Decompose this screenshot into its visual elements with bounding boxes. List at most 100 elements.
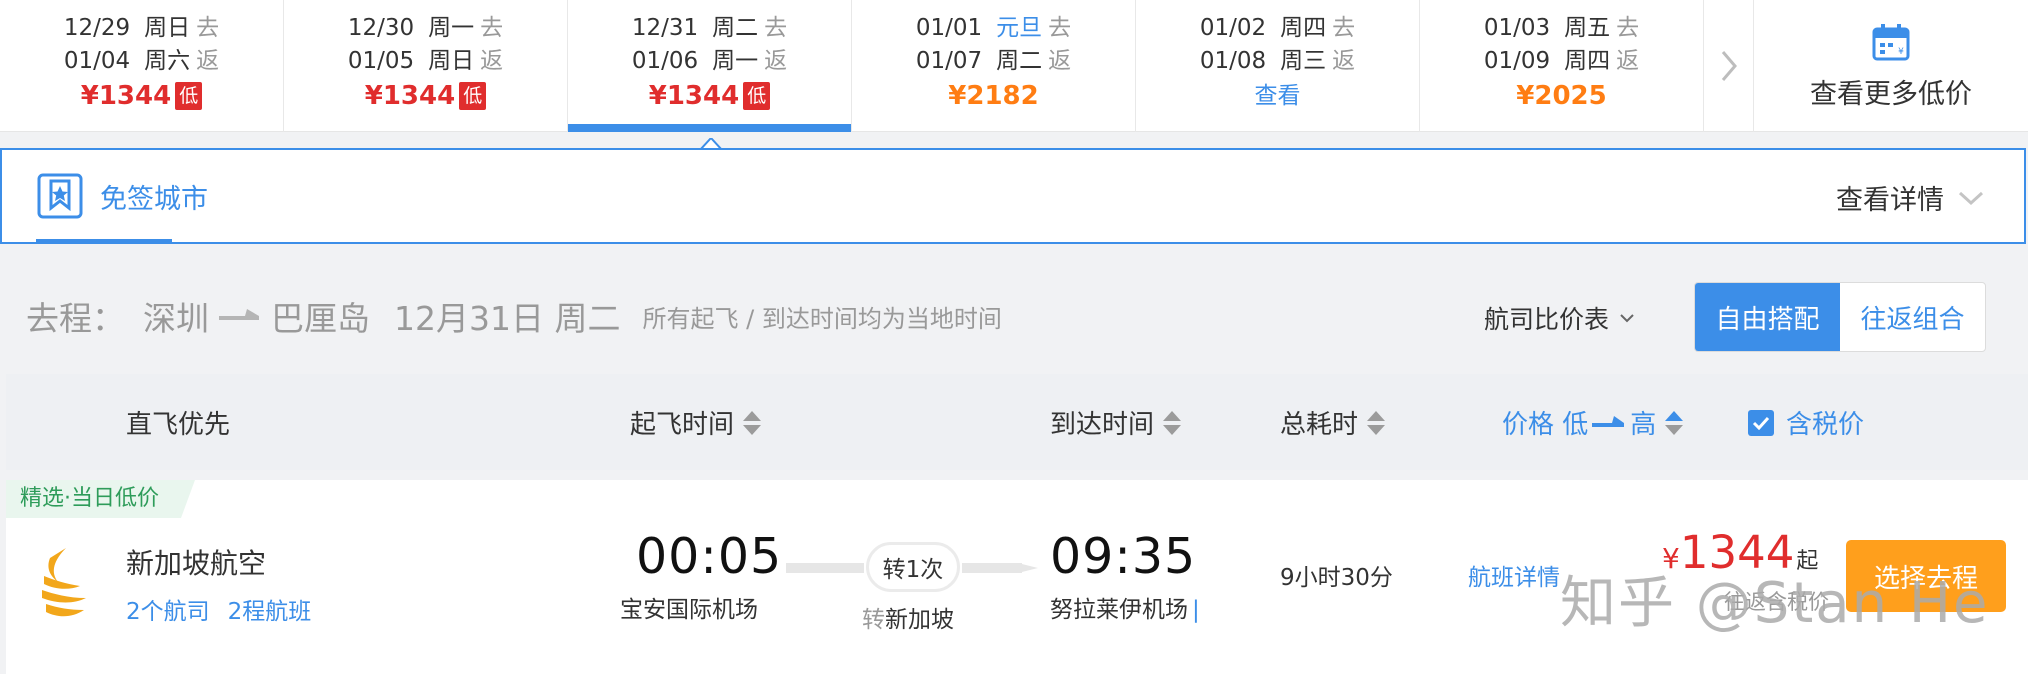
visa-tab-underline — [36, 239, 172, 244]
out-weekday: 周二 — [712, 15, 759, 41]
ret-date: 01/07 — [915, 48, 983, 74]
sort-arrows-icon — [1367, 410, 1386, 435]
sort-price[interactable]: 价格 低 高 — [1502, 404, 1684, 441]
sort-duration[interactable]: 总耗时 — [1280, 404, 1386, 441]
airline-count-link[interactable]: 2个航司 — [126, 592, 210, 626]
more-low-prices-label: 查看更多低价 — [1810, 78, 1972, 110]
airline-compare-dropdown[interactable]: 航司比价表 — [1484, 300, 1635, 336]
sort-direct-first[interactable]: 直飞优先 — [126, 404, 230, 441]
ret-date: 01/05 — [347, 48, 415, 74]
out-date: 12/29 — [63, 15, 131, 41]
route-header: 去程： 深圳 巴厘岛 12月31日 周二 所有起飞 / 到达时间均为当地时间 航… — [6, 262, 2028, 366]
date-option[interactable]: 01/03 周五去 01/09 周四返 ¥2025 — [1420, 0, 1704, 132]
mode-round-trip-button[interactable]: 往返组合 — [1840, 283, 1985, 351]
svg-text:¥: ¥ — [1898, 47, 1904, 57]
ret-weekday: 周一 — [712, 48, 759, 74]
out-tag: 去 — [480, 15, 504, 41]
view-price-link[interactable]: 查看 — [1255, 78, 1301, 114]
ret-weekday: 周二 — [996, 48, 1043, 74]
date-option[interactable]: 01/01 元旦去 01/07 周二返 ¥2182 — [852, 0, 1136, 132]
ret-tag: 返 — [1332, 48, 1356, 74]
arrival-airport-name: 努拉莱伊机场 — [1050, 597, 1188, 623]
departure-time: 00:05 — [636, 528, 783, 585]
pick-tag: 精选·当日低价 — [6, 480, 195, 518]
visa-free-tab[interactable]: 免签城市 — [36, 172, 208, 220]
visa-bookmark-icon — [37, 173, 83, 219]
date-option[interactable]: 01/02 周四去 01/08 周三返 查看 — [1136, 0, 1420, 132]
visa-free-label: 免签城市 — [100, 183, 208, 215]
transfer-indicator: 转1次 — [786, 538, 1038, 598]
departure-airport: 宝安国际机场 — [620, 597, 758, 623]
text-cursor-icon: | — [1192, 597, 1200, 623]
sort-arrive-time[interactable]: 到达时间 — [1050, 404, 1182, 441]
sort-duration-label: 总耗时 — [1280, 410, 1359, 440]
checkbox-checked-icon — [1748, 409, 1774, 436]
sort-depart-time[interactable]: 起飞时间 — [630, 404, 762, 441]
local-time-note: 所有起飞 / 到达时间均为当地时间 — [642, 304, 1002, 333]
view-details-label: 查看详情 — [1836, 185, 1944, 216]
out-weekday: 周五 — [1564, 15, 1611, 41]
from-city: 深圳 — [143, 299, 209, 338]
sort-arrows-icon — [743, 410, 762, 435]
sort-arrows-active-icon — [1665, 410, 1684, 435]
low-price-badge: 低 — [743, 82, 771, 110]
booking-mode-toggle: 自由搭配 往返组合 — [1694, 282, 1986, 352]
transfer-city-name: 新加坡 — [885, 607, 954, 633]
ret-tag: 返 — [764, 48, 788, 74]
date-price: ¥1344 — [80, 81, 172, 111]
ret-weekday: 周四 — [1564, 48, 1611, 74]
sort-arrive-label: 到达时间 — [1050, 410, 1155, 440]
out-date: 01/03 — [1483, 15, 1551, 41]
tax-included-checkbox[interactable]: 含税价 — [1748, 404, 1864, 441]
transfer-prefix: 转 — [862, 607, 885, 633]
out-tag: 去 — [1616, 15, 1640, 41]
out-holiday: 元旦 — [996, 15, 1043, 41]
leg-count-link[interactable]: 2程航班 — [228, 592, 312, 626]
arrival-time: 09:35 — [1050, 528, 1197, 585]
ret-tag: 返 — [1616, 48, 1640, 74]
transfer-line — [962, 563, 1022, 573]
to-city: 巴厘岛 — [271, 299, 370, 338]
mode-free-combo-button[interactable]: 自由搭配 — [1695, 283, 1840, 351]
date-option-selected[interactable]: 12/31 周二去 01/06 周一返 ¥1344 低 — [568, 0, 852, 132]
direction-label: 去程： — [26, 299, 125, 338]
out-tag: 去 — [1332, 15, 1356, 41]
sort-price-high-label: 高 — [1630, 410, 1657, 440]
date-strip: 12/29 周日去 01/04 周六返 ¥1344 低 12/30 周一去 01/05 周… — [0, 0, 2028, 132]
date-price: ¥2025 — [1516, 81, 1607, 111]
out-weekday: 周四 — [1280, 15, 1327, 41]
out-tag: 去 — [1048, 15, 1072, 41]
out-date: 01/02 — [1199, 15, 1267, 41]
ret-tag: 返 — [1048, 48, 1072, 74]
view-details-button[interactable]: 查看详情 — [1836, 178, 1984, 217]
arrow-right-icon — [1018, 563, 1038, 573]
calendar-price-icon: ¥ — [1872, 23, 1910, 60]
date-option[interactable]: 12/30 周一去 01/05 周日返 ¥1344 低 — [284, 0, 568, 132]
sort-price-label: 价格 低 — [1502, 410, 1589, 440]
sort-direct-label: 直飞优先 — [126, 410, 231, 440]
low-price-badge: 低 — [175, 82, 203, 110]
ret-tag: 返 — [196, 48, 220, 74]
route-arrow-icon — [219, 309, 259, 320]
date-price: ¥2182 — [948, 81, 1039, 111]
ret-date: 01/06 — [631, 48, 699, 74]
travel-date: 12月31日 周二 — [394, 299, 621, 338]
sort-arrows-icon — [1163, 410, 1182, 435]
date-price: ¥1344 — [648, 81, 740, 111]
more-low-prices-button[interactable]: ¥ 查看更多低价 — [1754, 0, 2028, 132]
next-dates-button[interactable] — [1704, 0, 1754, 132]
chevron-right-icon — [1721, 51, 1737, 81]
ret-date: 01/08 — [1199, 48, 1267, 74]
ret-weekday: 周日 — [428, 48, 475, 74]
ret-weekday: 周六 — [144, 48, 191, 74]
sort-depart-label: 起飞时间 — [630, 410, 735, 440]
flight-details-link[interactable]: 航班详情 — [1468, 558, 1560, 592]
out-tag: 去 — [196, 15, 220, 41]
ret-weekday: 周三 — [1280, 48, 1327, 74]
watermark: 知乎 @Stan He — [1560, 571, 1990, 636]
out-weekday: 周一 — [428, 15, 475, 41]
date-option[interactable]: 12/29 周日去 01/04 周六返 ¥1344 低 — [0, 0, 284, 132]
tax-included-label: 含税价 — [1786, 410, 1865, 440]
ret-date: 01/04 — [63, 48, 131, 74]
transfer-count-pill[interactable]: 转1次 — [866, 542, 960, 592]
